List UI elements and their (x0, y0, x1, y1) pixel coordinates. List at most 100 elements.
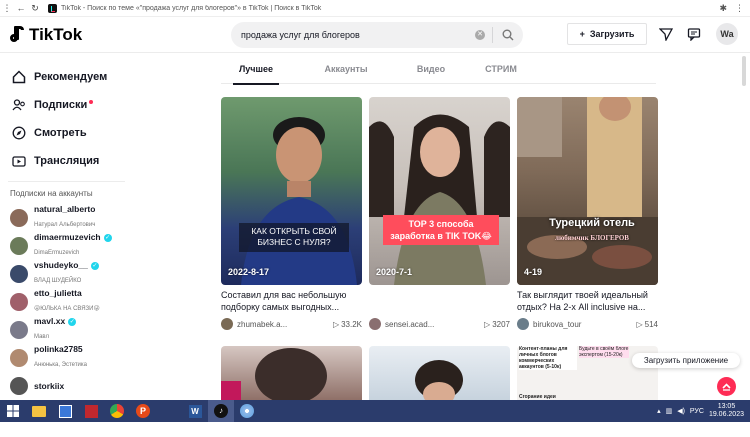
network-icon[interactable]: ▥ (666, 407, 673, 415)
play-count-icon: ▷ (636, 319, 643, 329)
inbox-icon[interactable] (686, 26, 702, 42)
taskbar-tiktok[interactable]: ♪ (208, 400, 234, 422)
get-app-button[interactable]: Загрузить приложение (632, 353, 740, 368)
account-name: vshudeyko__ (34, 261, 88, 271)
nav-item-live[interactable]: Трансляция (0, 147, 133, 175)
nav-item-explore[interactable]: Смотреть (0, 119, 133, 147)
video-author[interactable]: sensei.acad... (385, 320, 484, 329)
extensions-icon[interactable]: ✱ (719, 3, 727, 14)
video-thumbnail[interactable]: TOP 3 способа заработка в TIK TOK😂 2020-… (369, 97, 510, 285)
account-avatar (10, 209, 28, 227)
account-item[interactable]: vshudeyko__ ✓ ВЛАД ШУДЕЙКО (0, 260, 133, 288)
following-icon (12, 98, 26, 112)
clock[interactable]: 13:05 19.06.2023 (709, 403, 744, 419)
upload-button[interactable]: + Загрузить (567, 23, 647, 45)
account-name: etto_julietta (34, 289, 82, 299)
reload-icon[interactable]: ↻ (28, 3, 42, 14)
user-avatar[interactable]: Wa (716, 23, 738, 45)
search-input[interactable]: продажа услуг для блогеров (231, 30, 475, 40)
video-author[interactable]: birukova_tour (533, 320, 636, 329)
verified-badge-icon: ✓ (90, 261, 99, 270)
clock-time: 13:05 (717, 402, 736, 410)
account-item[interactable]: etto_julietta 😜ЮЛЬКА НА СВЯЗИ😜 (0, 288, 133, 316)
following-accounts-title: Подписки на аккаунты (10, 189, 93, 198)
taskbar-media[interactable] (78, 400, 104, 422)
video-card[interactable]: TOP 3 способа заработка в TIK TOK😂 2020-… (369, 97, 510, 330)
account-avatar (10, 265, 28, 283)
taskbar-app[interactable] (52, 400, 78, 422)
video-caption[interactable]: Составил для вас небольшую подборку самы… (221, 290, 362, 314)
back-to-top-button[interactable] (717, 377, 736, 396)
video-date: 2020-7-1 (376, 267, 413, 277)
account-avatar (10, 237, 28, 255)
browser-url[interactable]: TikTok - Поиск по теме «"продажа услуг д… (61, 5, 719, 12)
author-avatar (221, 318, 233, 330)
account-item[interactable]: storkiix (0, 372, 133, 400)
logo-text: TikTok (29, 25, 83, 44)
browser-titlebar: ⋮ ← ↻ TikTok - Поиск по теме «"продажа у… (0, 0, 750, 17)
play-count-icon: ▷ (332, 319, 340, 329)
keyboard-language[interactable]: РУС (690, 408, 704, 415)
tiktok-icon: ♪ (214, 404, 228, 418)
nav-label: Рекомендуем (34, 71, 108, 83)
taskbar-chrome[interactable] (104, 400, 130, 422)
verified-badge-icon: ✓ (68, 317, 77, 326)
scrollbar[interactable] (742, 56, 746, 86)
windows-taskbar: P W ♪ ▴ ▥ ◀) РУС 13:05 19.06.2023 (0, 400, 750, 422)
account-avatar (10, 321, 28, 339)
taskbar-blank[interactable] (156, 400, 182, 422)
play-count: 3207 (492, 319, 510, 329)
account-item[interactable]: dimaermuzevich ✓ DimaErmuzevich (0, 232, 133, 260)
sidebar: Рекомендуем Подписки Смотреть Трансляция… (0, 54, 133, 400)
video-thumbnail[interactable]: Турецкий отель любимчик БЛОГЕРОВ 4-19 (517, 97, 658, 285)
tab-videos[interactable]: Видео (401, 54, 461, 84)
taskbar-file-explorer[interactable] (26, 400, 52, 422)
volume-icon[interactable]: ◀) (677, 407, 685, 415)
author-avatar (517, 318, 529, 330)
account-subtitle: DimaErmuzevich (34, 250, 80, 257)
author-avatar (369, 318, 381, 330)
system-tray: ▴ ▥ ◀) РУС 13:05 19.06.2023 (657, 403, 750, 419)
nav-label: Подписки (34, 99, 88, 111)
paint-icon (240, 404, 254, 418)
video-thumbnail[interactable] (369, 346, 510, 400)
video-date: 2022-8-17 (228, 267, 270, 277)
start-button[interactable] (0, 400, 26, 422)
tab-top[interactable]: Лучшее (221, 54, 291, 85)
search-bar[interactable]: продажа услуг для блогеров ✕ (231, 22, 523, 48)
back-icon[interactable]: ← (14, 3, 28, 13)
video-thumbnail[interactable]: КАК ОТКРЫТЬ СВОЙ БИЗНЕС С НУЛЯ? 2022-8-1… (221, 97, 362, 285)
account-subtitle: ВЛАД ШУДЕЙКО (34, 278, 82, 285)
taskbar-app-p[interactable]: P (130, 400, 156, 422)
tab-accounts[interactable]: Аккаунты (291, 54, 401, 84)
taskbar-word[interactable]: W (182, 400, 208, 422)
nav-item-following[interactable]: Подписки (0, 91, 133, 119)
tiktok-logo[interactable]: TikTok (10, 25, 82, 45)
browser-menu-icon[interactable]: ⋮ (735, 3, 744, 14)
search-button[interactable] (493, 29, 523, 41)
menu-icon[interactable]: ⋮ (0, 3, 14, 14)
video-author[interactable]: zhumabek.a... (237, 320, 333, 329)
video-card[interactable]: Турецкий отель любимчик БЛОГЕРОВ 4-19 Та… (517, 97, 658, 330)
clear-search-icon[interactable]: ✕ (475, 30, 485, 40)
taskbar-paint[interactable] (234, 400, 260, 422)
send-icon[interactable] (658, 26, 674, 42)
video-overlay-text: TOP 3 способа заработка в TIK TOK😂 (383, 215, 499, 246)
person-illustration (241, 117, 357, 285)
account-item[interactable]: polinka2785 Анюнька, Эстетика (0, 344, 133, 372)
account-item[interactable]: mavl.xx ✓ Мавл (0, 316, 133, 344)
account-item[interactable]: natural_alberto Натурал Альбертович (0, 204, 133, 232)
person-illustration (221, 348, 327, 400)
video-caption[interactable]: Так выглядит твоей идеальный отдых? На 2… (517, 290, 658, 314)
tray-up-arrow-icon[interactable]: ▴ (657, 407, 661, 415)
tab-live[interactable]: СТРИМ (461, 54, 541, 84)
video-card[interactable]: КАК ОТКРЫТЬ СВОЙ БИЗНЕС С НУЛЯ? 2022-8-1… (221, 97, 362, 330)
clock-date: 19.06.2023 (708, 411, 744, 418)
account-name: mavl.xx (34, 317, 66, 327)
nav-item-recommended[interactable]: Рекомендуем (0, 63, 133, 91)
account-subtitle: Мавл (34, 334, 49, 341)
video-overlay-text: Контент-планы для личных блогов коммерче… (519, 346, 577, 370)
video-thumbnail[interactable] (221, 346, 362, 400)
video-caption[interactable] (369, 290, 510, 314)
person-illustration (415, 360, 463, 400)
